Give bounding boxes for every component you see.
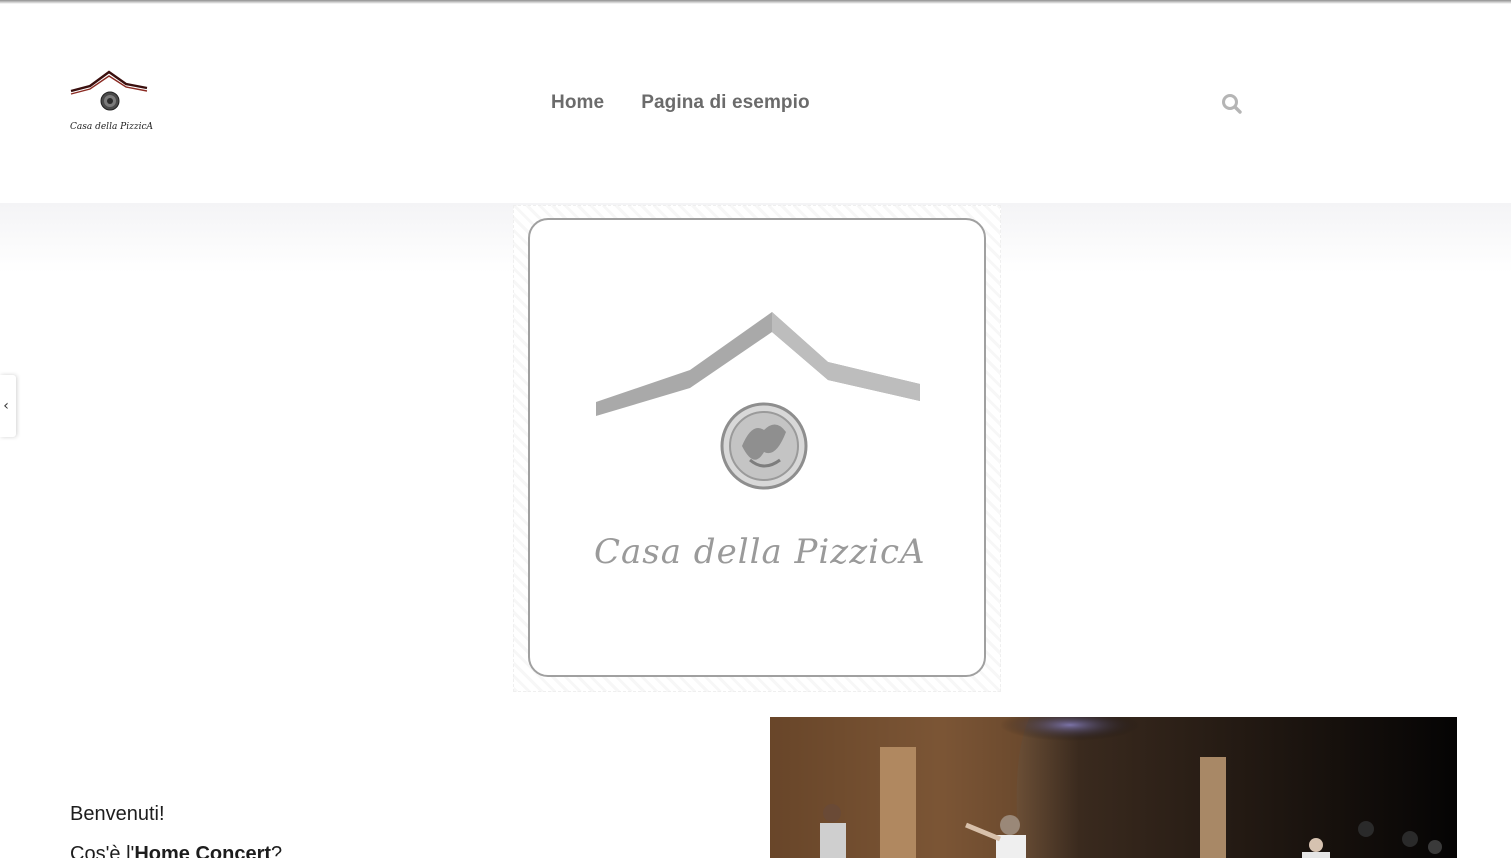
hero-logo-card: Casa della PizzicA (528, 218, 986, 677)
intro-greeting: Benvenuti! (70, 803, 165, 825)
concert-scene-image (770, 717, 1457, 858)
search-button[interactable] (1220, 92, 1244, 116)
chevron-left-icon: ‹ (3, 398, 9, 414)
search-icon (1222, 94, 1242, 114)
site-header: Casa della PizzicA Home Pagina di esempi… (0, 4, 1511, 203)
slider-prev-button[interactable]: ‹ (0, 375, 16, 437)
intro-question: Cos'è l'Home Concert? (70, 842, 282, 858)
hero-house-logo-icon (596, 312, 920, 490)
seal-emblem (720, 402, 808, 490)
intro-question-bold: Home Concert (134, 843, 272, 858)
nav-item-pagina-di-esempio[interactable]: Pagina di esempio (641, 92, 810, 114)
hero-wordmark: Casa della PizzicA (594, 532, 926, 572)
intro-question-suffix: ? (271, 843, 283, 858)
logo-wordmark: Casa della PizzicA (70, 122, 154, 132)
site-logo-link[interactable]: Casa della PizzicA (68, 68, 154, 136)
nav-item-home[interactable]: Home (551, 92, 604, 114)
intro-text: Benvenuti! Cos'è l'Home Concert? (70, 802, 282, 858)
intro-question-prefix: Cos'è l' (70, 843, 135, 858)
video-thumbnail[interactable] (770, 717, 1457, 858)
main-nav: Home Pagina di esempio (551, 92, 810, 114)
